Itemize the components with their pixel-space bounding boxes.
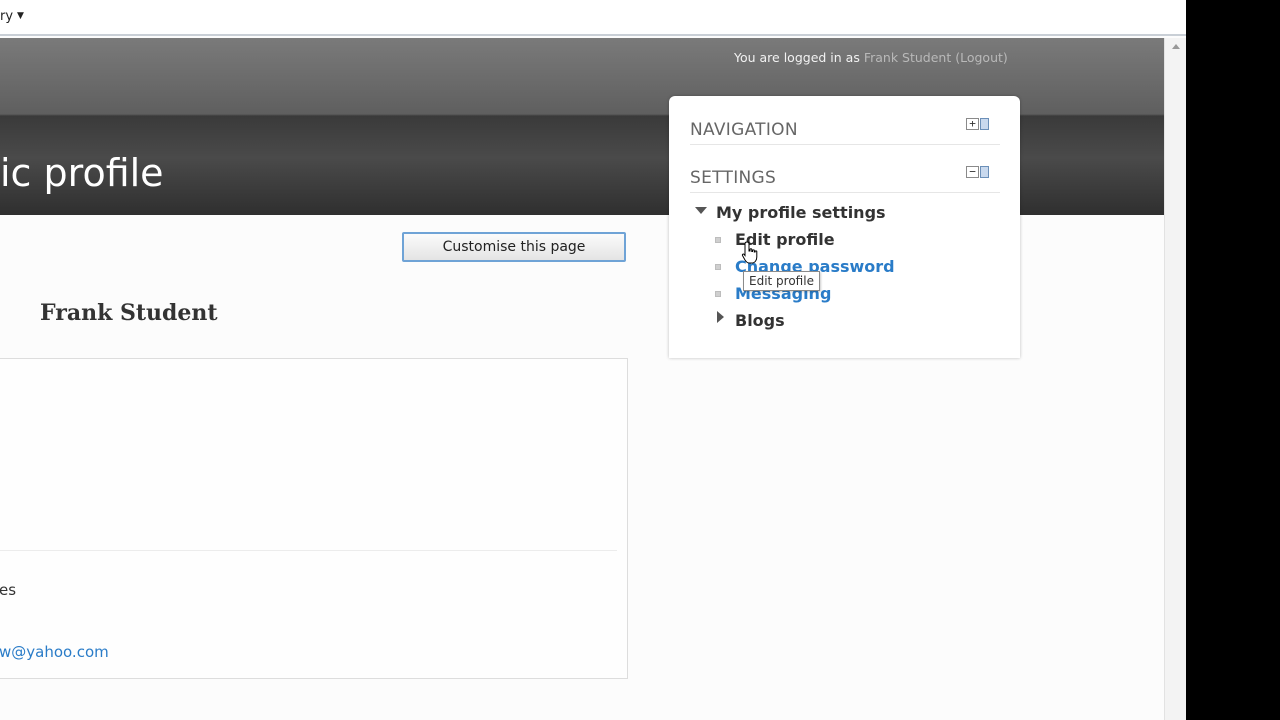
chevron-down-icon: ▼ [17, 11, 24, 21]
logout-paren-close: ) [1002, 50, 1008, 65]
navigation-block-toggle[interactable]: + [966, 118, 992, 130]
page-title: ic profile [0, 151, 164, 195]
toolbar-menu-label: ry [0, 9, 14, 24]
logout-link[interactable]: Logout [960, 50, 1003, 65]
profile-email-link[interactable]: w@yahoo.com [0, 643, 109, 661]
dock-icon [980, 166, 989, 178]
blogs-label: Blogs [735, 311, 785, 330]
login-prefix: You are logged in as [734, 50, 864, 65]
settings-block-toggle[interactable]: − [966, 166, 992, 178]
profile-field-value: es [0, 581, 17, 599]
toolbar-menu[interactable]: ry ▼ [0, 9, 24, 24]
tree-item-my-profile-settings[interactable]: My profile settings [695, 203, 895, 225]
navigation-block-heading[interactable]: NAVIGATION [690, 120, 798, 140]
tree-item-label: My profile settings [716, 203, 886, 222]
scroll-up-arrow-icon[interactable] [1172, 44, 1180, 49]
navigation-rule [690, 144, 1000, 145]
hand-pointer-icon [741, 241, 758, 264]
tree-item-blogs[interactable]: Blogs [715, 311, 915, 333]
collapse-icon: − [966, 166, 979, 178]
customise-page-button[interactable]: Customise this page [402, 232, 626, 262]
user-profile-link[interactable]: Frank Student [864, 50, 951, 65]
user-profile-box: es w@yahoo.com [0, 358, 628, 679]
expanded-triangle-icon [695, 207, 707, 214]
browser-window: ry ▼ You are logged in as Frank Student (… [0, 0, 1186, 720]
login-info: You are logged in as Frank Student (Logo… [734, 50, 1008, 65]
bullet-icon [715, 264, 721, 270]
bullet-icon [715, 237, 721, 243]
settings-block-heading[interactable]: SETTINGS [690, 168, 776, 188]
tooltip: Edit profile [743, 271, 820, 291]
user-fullname-heading: Frank Student [40, 300, 218, 326]
dock-icon [980, 118, 989, 130]
browser-toolbar: ry ▼ [0, 0, 1186, 36]
block-panel: NAVIGATION + SETTINGS − My profile setti… [669, 96, 1020, 358]
bullet-icon [715, 291, 721, 297]
collapsed-triangle-icon [717, 311, 724, 323]
logout-paren-open: ( [951, 50, 961, 65]
vertical-scrollbar[interactable] [1164, 38, 1186, 720]
expand-icon: + [966, 118, 979, 130]
profile-divider [0, 550, 617, 551]
settings-rule [690, 192, 1000, 193]
